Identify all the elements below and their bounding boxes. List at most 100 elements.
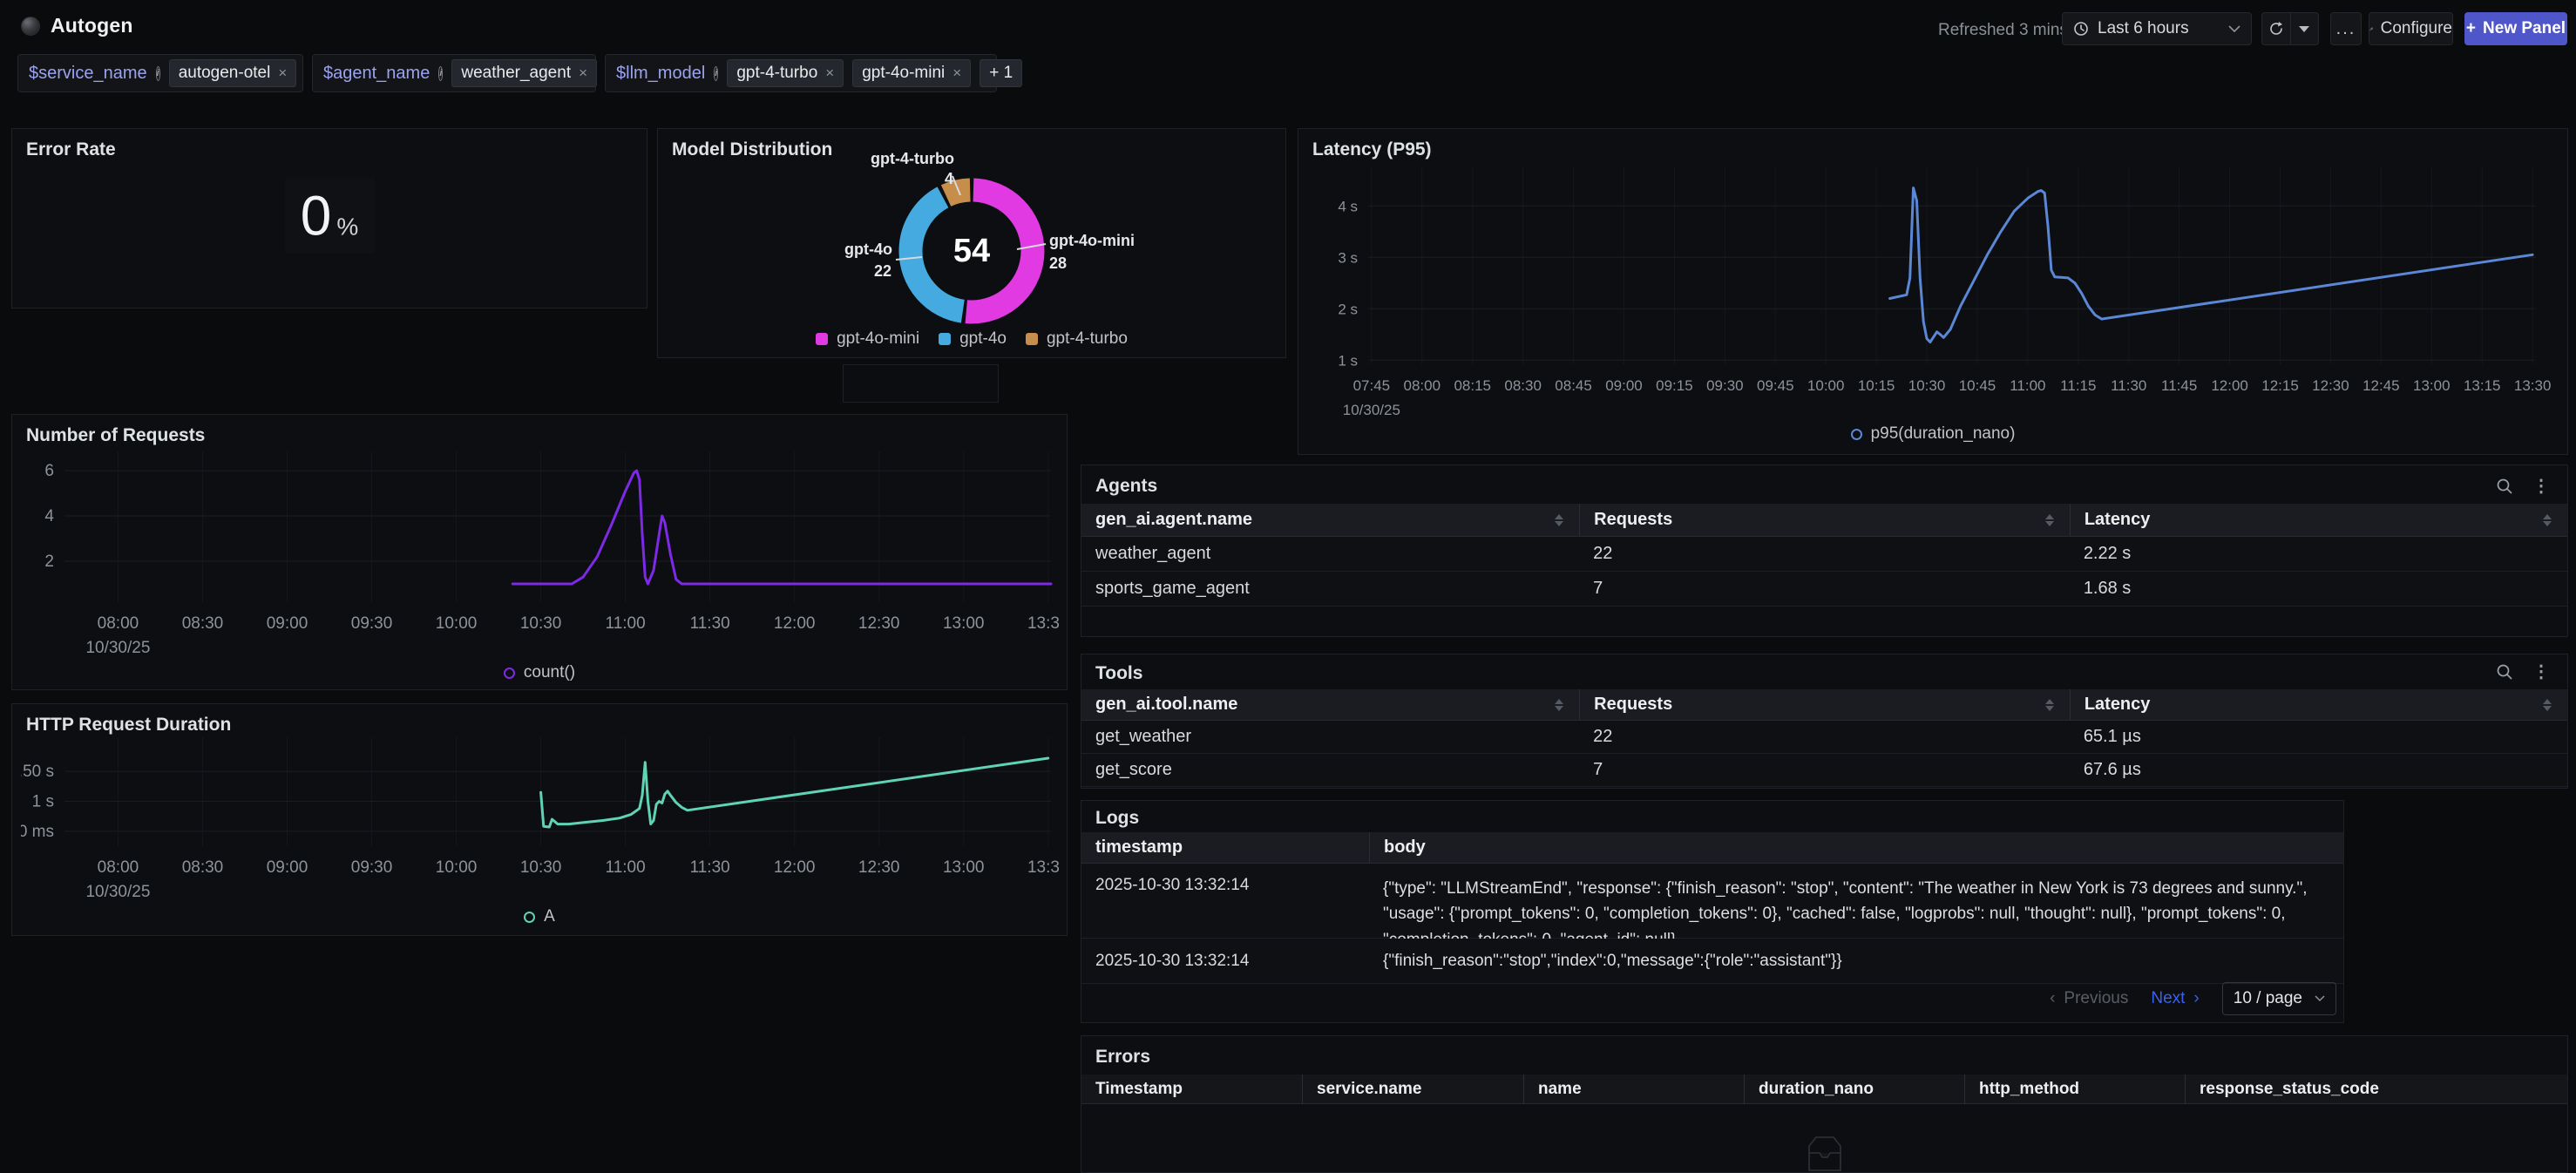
refresh-interval-button[interactable] — [2290, 13, 2318, 44]
filter-more-tags-badge[interactable]: + 1 — [980, 59, 1022, 87]
column-header-duration-nano[interactable]: duration_nano — [1744, 1075, 1964, 1103]
column-header-requests[interactable]: Requests — [1579, 689, 2070, 720]
column-header-name[interactable]: name — [1523, 1075, 1744, 1103]
legend-swatch[interactable] — [939, 333, 951, 345]
http-duration-line-chart[interactable]: 08:0010/30/2508:3009:0009:3010:0010:3011… — [21, 729, 1060, 933]
filter-variable-label: $service_name — [29, 64, 147, 84]
table-row[interactable]: weather_agent 22 2.22 s — [1081, 537, 2567, 572]
sort-icon[interactable] — [2045, 699, 2056, 711]
legend-label[interactable]: gpt-4-turbo — [1047, 329, 1128, 349]
cell-latency: 2.22 s — [2070, 544, 2567, 564]
kebab-menu-icon[interactable]: ⋮ — [2532, 663, 2550, 681]
svg-text:12:30: 12:30 — [858, 858, 900, 877]
column-header-timestamp[interactable]: timestamp — [1081, 832, 1369, 863]
dashboard-icon — [21, 17, 40, 36]
ellipsis-icon: ... — [2336, 19, 2356, 39]
remove-tag-icon[interactable]: × — [278, 64, 287, 82]
filter-agent-name[interactable]: $agent_name i weather_agent × — [312, 54, 596, 92]
remove-tag-icon[interactable]: × — [952, 64, 961, 82]
table-header-row: gen_ai.tool.name Requests Latency — [1081, 689, 2567, 721]
column-header-requests[interactable]: Requests — [1579, 504, 2070, 536]
cell-latency: 67.6 µs — [2070, 760, 2567, 780]
pagination: ‹ Previous Next › 10 / page — [2050, 982, 2336, 1015]
log-row[interactable]: 2025-10-30 13:32:14 {"finish_reason":"st… — [1081, 939, 2343, 984]
kebab-menu-icon[interactable]: ⋮ — [2532, 478, 2550, 495]
column-header-latency[interactable]: Latency — [2070, 504, 2567, 536]
cell-agent-name: weather_agent — [1081, 544, 1579, 564]
column-header-timestamp[interactable]: Timestamp — [1081, 1075, 1302, 1103]
latency-line-chart[interactable]: 07:4510/30/2508:0008:1508:3008:4509:0009… — [1316, 155, 2553, 443]
svg-text:12:00: 12:00 — [774, 858, 816, 877]
filter-llm-model[interactable]: $llm_model i gpt-4-turbo × gpt-4o-mini ×… — [605, 54, 997, 92]
error-rate-value-group: 0 % — [285, 178, 375, 253]
panel-number-of-requests: Number of Requests 08:0010/30/2508:3009:… — [11, 414, 1068, 690]
column-header-agent-name[interactable]: gen_ai.agent.name — [1081, 504, 1579, 536]
chart-legend[interactable]: A — [12, 907, 1067, 926]
legend-swatch[interactable] — [1026, 333, 1038, 345]
filter-service-name[interactable]: $service_name i autogen-otel × — [17, 54, 303, 92]
cell-requests: 7 — [1579, 579, 2070, 599]
refresh-icon — [2268, 21, 2284, 37]
panel-error-rate: Error Rate 0 % — [11, 128, 647, 309]
sort-icon[interactable] — [1555, 514, 1565, 526]
pagination-next-button[interactable]: Next › — [2151, 989, 2199, 1008]
pagination-previous-button[interactable]: ‹ Previous — [2050, 989, 2128, 1008]
column-header-body[interactable]: body — [1369, 832, 2343, 863]
svg-text:4: 4 — [44, 507, 54, 525]
table-header-row: gen_ai.agent.name Requests Latency — [1081, 504, 2567, 537]
svg-text:11:30: 11:30 — [2111, 377, 2146, 394]
chevron-left-icon: ‹ — [2050, 989, 2055, 1008]
legend-label[interactable]: gpt-4o — [959, 329, 1007, 349]
donut-callout-label: gpt-4o-mini — [1049, 232, 1135, 250]
sort-icon[interactable] — [1555, 699, 1565, 711]
remove-tag-icon[interactable]: × — [579, 64, 587, 82]
table-row[interactable]: get_score 7 67.6 µs — [1081, 754, 2567, 787]
search-icon[interactable] — [2496, 663, 2513, 681]
more-options-button[interactable]: ... — [2330, 12, 2362, 45]
new-panel-button[interactable]: + New Panel — [2464, 12, 2567, 45]
svg-text:1 s: 1 s — [32, 792, 54, 810]
filter-tag[interactable]: weather_agent × — [451, 59, 597, 87]
cell-latency: 1.68 s — [2070, 579, 2567, 599]
filter-tag[interactable]: gpt-4-turbo × — [727, 59, 844, 87]
column-header-response-status-code[interactable]: response_status_code — [2185, 1075, 2567, 1103]
sort-icon[interactable] — [2045, 514, 2056, 526]
requests-line-chart[interactable]: 08:0010/30/2508:3009:0009:3010:0010:3011… — [21, 441, 1060, 685]
filter-variable-label: $agent_name — [323, 64, 430, 84]
filter-tag-label: gpt-4o-mini — [862, 64, 945, 83]
refresh-control — [2261, 12, 2319, 45]
svg-text:2 s: 2 s — [1338, 301, 1358, 317]
legend-label[interactable]: gpt-4o-mini — [837, 329, 919, 349]
panel-title: Logs — [1095, 808, 1139, 829]
chart-legend[interactable]: count() — [12, 663, 1067, 682]
log-row[interactable]: 2025-10-30 13:32:14 {"type": "LLMStreamE… — [1081, 864, 2343, 939]
donut-callout-label: gpt-4-turbo — [841, 150, 954, 168]
sort-icon[interactable] — [2543, 514, 2553, 526]
configure-button[interactable]: Configure — [2369, 12, 2453, 45]
column-header-http-method[interactable]: http_method — [1964, 1075, 2185, 1103]
search-icon[interactable] — [2496, 478, 2513, 495]
cell-tool-name: get_score — [1081, 760, 1579, 780]
svg-text:6: 6 — [44, 462, 54, 480]
error-rate-value: 0 — [301, 183, 332, 247]
legend-swatch[interactable] — [816, 333, 828, 345]
remove-tag-icon[interactable]: × — [825, 64, 834, 82]
filter-tag[interactable]: autogen-otel × — [169, 59, 297, 87]
panel-title: Tools — [1095, 663, 1142, 684]
cell-requests: 22 — [1579, 544, 2070, 564]
table-row[interactable]: get_weather 22 65.1 µs — [1081, 721, 2567, 754]
cell-agent-name: sports_game_agent — [1081, 579, 1579, 599]
chart-legend[interactable]: p95(duration_nano) — [1298, 424, 2567, 444]
column-header-service-name[interactable]: service.name — [1302, 1075, 1523, 1103]
page-size-select[interactable]: 10 / page — [2222, 982, 2336, 1015]
cell-latency: 65.1 µs — [2070, 727, 2567, 747]
filter-tag[interactable]: gpt-4o-mini × — [852, 59, 971, 87]
refresh-button[interactable] — [2262, 13, 2290, 44]
column-header-tool-name[interactable]: gen_ai.tool.name — [1081, 689, 1579, 720]
sort-icon[interactable] — [2543, 699, 2553, 711]
empty-mini-panel — [843, 364, 999, 403]
table-row[interactable]: sports_game_agent 7 1.68 s — [1081, 572, 2567, 607]
svg-text:12:30: 12:30 — [858, 614, 900, 633]
time-range-select[interactable]: Last 6 hours — [2062, 12, 2252, 45]
column-header-latency[interactable]: Latency — [2070, 689, 2567, 720]
